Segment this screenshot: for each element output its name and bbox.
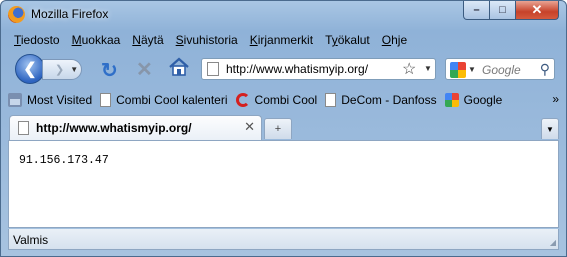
bookmark-label: DeCom - Danfoss — [341, 93, 437, 107]
search-input[interactable]: Google — [482, 63, 521, 77]
reload-button[interactable]: ↻ — [101, 58, 118, 83]
menu-accel: M — [71, 33, 82, 47]
menu-bar: Tiedosto Muokkaa Näytä Sivuhistoria Kirj… — [8, 31, 413, 51]
bookmark-label: Most Visited — [27, 93, 93, 107]
tab-strip: http://www.whatismyip.org/ ✕ + ▼ — [8, 114, 559, 140]
menu-sivuhistoria[interactable]: Sivuhistoria — [170, 31, 244, 51]
tab-close-icon[interactable]: ✕ — [244, 119, 255, 135]
url-text[interactable]: http://www.whatismyip.org/ — [226, 62, 368, 76]
page-icon — [18, 121, 29, 135]
page-content: 91.156.173.47 — [8, 140, 559, 228]
most-visited-icon — [8, 93, 22, 107]
reload-icon: ↻ — [101, 60, 118, 82]
bookmark-label: Combi Cool — [254, 93, 318, 107]
bookmarks-toolbar: Most Visited Combi Cool kalenteri Combi … — [8, 90, 559, 110]
stop-button[interactable]: ✕ — [136, 57, 153, 82]
history-dropdown-icon[interactable]: ▼ — [70, 65, 78, 74]
title-bar[interactable]: Mozilla Firefox – □ ✕ — [1, 1, 566, 28]
bookmark-combi-cool[interactable]: Combi Cool — [235, 93, 318, 107]
home-button[interactable] — [168, 56, 190, 78]
bookmark-most-visited[interactable]: Most Visited — [8, 93, 92, 107]
c-logo-icon — [235, 93, 250, 107]
search-box[interactable]: ▼ Google ⚲ — [445, 58, 555, 80]
bookmark-google[interactable]: Google — [444, 93, 503, 107]
back-icon: ❮ — [23, 61, 37, 78]
minimize-button[interactable]: – — [463, 1, 490, 20]
home-icon — [169, 57, 189, 76]
menu-label-rest: ökalut — [337, 33, 370, 47]
status-text: Valmis — [13, 233, 49, 247]
bookmark-label: Google — [463, 93, 503, 107]
window-title: Mozilla Firefox — [31, 7, 109, 21]
page-icon — [207, 62, 219, 76]
url-dropdown-icon[interactable]: ▼ — [424, 64, 432, 73]
menu-label-rest: irjanmerkit — [257, 33, 314, 47]
menu-nayta[interactable]: Näytä — [126, 31, 169, 51]
bookmarks-overflow-button[interactable]: » — [552, 92, 559, 106]
forward-button[interactable]: ❯ ▼ — [42, 59, 82, 80]
menu-accel: O — [381, 33, 392, 47]
menu-label-rest: ivuhistoria — [183, 33, 238, 47]
tab-whatismyip[interactable]: http://www.whatismyip.org/ ✕ — [9, 115, 262, 140]
back-button[interactable]: ❮ — [15, 54, 45, 84]
page-icon — [100, 93, 112, 107]
search-engine-dropdown-icon[interactable]: ▼ — [468, 65, 476, 74]
page-icon — [325, 93, 337, 107]
forward-icon: ❯ — [55, 64, 65, 76]
menu-label-rest: uokkaa — [81, 33, 121, 47]
ip-address: 91.156.173.47 — [19, 154, 109, 167]
menu-label-rest: hje — [391, 33, 408, 47]
menu-label-rest: iedosto — [20, 33, 60, 47]
firefox-logo-icon — [8, 6, 25, 23]
url-bar[interactable]: http://www.whatismyip.org/ ☆ ▼ — [201, 58, 436, 80]
menu-tiedosto[interactable]: Tiedosto — [8, 31, 66, 51]
bookmark-combi-cool-kalenteri[interactable]: Combi Cool kalenteri — [100, 93, 228, 107]
menu-accel: S — [175, 33, 184, 47]
search-icon[interactable]: ⚲ — [540, 61, 550, 78]
navigation-toolbar: ❮ ❯ ▼ ↻ ✕ http://www.whatismyip.org/ ☆ ▼ … — [8, 53, 559, 85]
browser-window: Mozilla Firefox – □ ✕ Tiedosto Muokkaa N… — [0, 0, 567, 257]
menu-label-pre: T — [325, 33, 332, 47]
resize-grip-icon[interactable]: ◢ — [550, 238, 556, 247]
window-controls: – □ ✕ — [463, 1, 559, 20]
menu-accel: K — [249, 33, 258, 47]
star-icon[interactable]: ☆ — [402, 59, 416, 79]
maximize-button[interactable]: □ — [490, 1, 516, 20]
google-icon[interactable] — [450, 62, 466, 78]
menu-label-rest: äytä — [140, 33, 164, 47]
menu-tyokalut[interactable]: Työkalut — [319, 31, 376, 51]
tab-list-button[interactable]: ▼ — [541, 118, 559, 139]
menu-ohje[interactable]: Ohje — [376, 31, 413, 51]
plus-icon: + — [274, 123, 282, 135]
menu-accel: N — [132, 33, 141, 47]
status-bar: Valmis ◢ — [8, 229, 559, 250]
menu-accel: T — [14, 33, 21, 47]
stop-icon: ✕ — [136, 59, 153, 81]
chevron-down-icon: ▼ — [546, 124, 554, 134]
close-button[interactable]: ✕ — [516, 1, 559, 20]
bookmark-label: Combi Cool kalenteri — [116, 93, 228, 107]
tab-label: http://www.whatismyip.org/ — [36, 121, 192, 135]
bookmark-decom-danfoss[interactable]: DeCom - Danfoss — [325, 93, 437, 107]
google-icon — [444, 93, 459, 107]
new-tab-button[interactable]: + — [264, 118, 292, 139]
menu-muokkaa[interactable]: Muokkaa — [66, 31, 127, 51]
menu-kirjanmerkit[interactable]: Kirjanmerkit — [244, 31, 319, 51]
